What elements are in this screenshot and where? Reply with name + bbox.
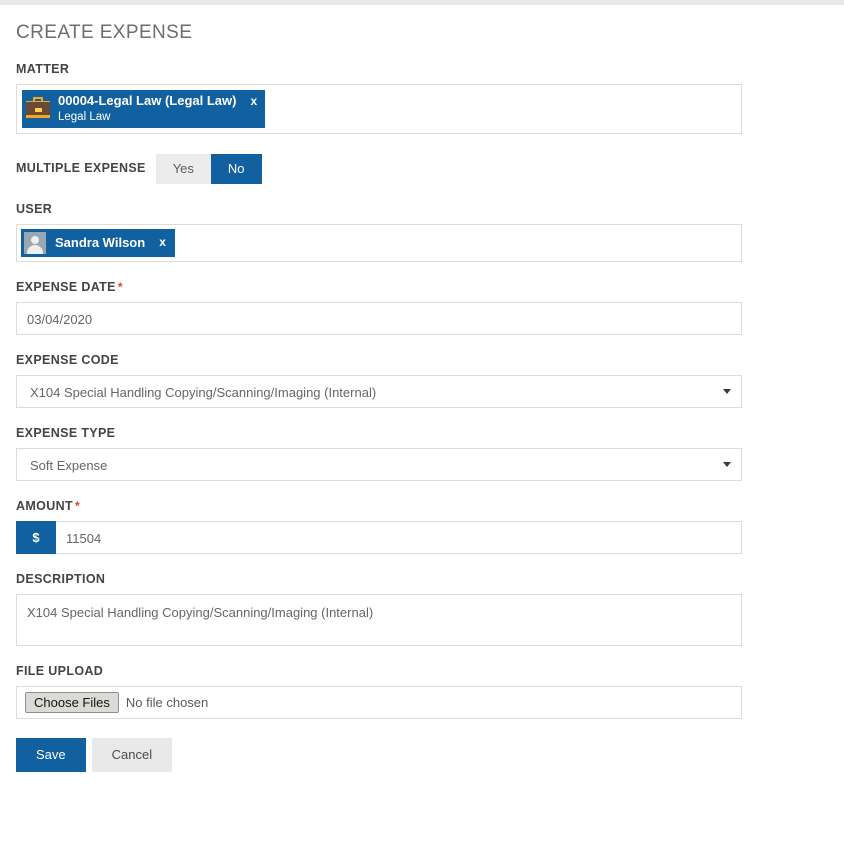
matter-token-input[interactable]: 00004-Legal Law (Legal Law) x Legal Law [16,84,742,134]
form-actions: Save Cancel [16,737,828,772]
multiple-expense-option-no[interactable]: No [210,153,262,184]
expense-date-required-asterisk: * [117,279,123,294]
multiple-expense-option-yes[interactable]: Yes [155,153,211,184]
amount-required-asterisk: * [74,498,80,513]
matter-token-subtitle: Legal Law [58,111,111,124]
field-expense-date: EXPENSE DATE * 03/04/2020 [16,280,828,335]
file-upload-input[interactable]: Choose Files No file chosen [16,685,742,719]
user-token-input[interactable]: Sandra Wilson x [16,223,742,262]
file-upload-label: FILE UPLOAD [16,663,104,678]
field-amount: AMOUNT * $ 11504 [16,499,828,554]
expense-date-label: EXPENSE DATE * [16,280,828,295]
multiple-expense-toggle[interactable]: Yes No [155,153,262,184]
page-title: CREATE EXPENSE [16,22,193,43]
expense-code-select[interactable]: X104 Special Handling Copying/Scanning/I… [16,374,742,408]
expense-type-label: EXPENSE TYPE [16,425,116,440]
user-token[interactable]: Sandra Wilson x [21,228,175,257]
file-upload-status: No file chosen [125,694,209,710]
expense-date-input[interactable]: 03/04/2020 [16,301,742,335]
amount-label: AMOUNT * [16,499,828,514]
matter-token-title: 00004-Legal Law (Legal Law) [58,93,237,108]
expense-code-selected-value: X104 Special Handling Copying/Scanning/I… [30,384,377,400]
user-token-title: Sandra Wilson [55,234,146,250]
create-expense-form: CREATE EXPENSE MATTER 00004-Legal Law (L [0,22,844,772]
expense-type-select[interactable]: Soft Expense [16,447,742,481]
description-textarea[interactable]: X104 Special Handling Copying/Scanning/I… [16,593,742,646]
field-expense-type: EXPENSE TYPE Soft Expense [16,426,828,481]
amount-label-text: AMOUNT [16,498,73,513]
top-bar [0,0,844,5]
matter-token[interactable]: 00004-Legal Law (Legal Law) x Legal Law [22,90,266,128]
matter-label: MATTER [16,62,70,76]
user-avatar-icon [24,231,46,254]
field-matter: MATTER 00004-Legal Law (Legal Law) x Leg… [16,62,828,134]
field-multiple-expense: MULTIPLE EXPENSE Yes No [16,153,828,184]
amount-input-group: $ 11504 [16,520,742,554]
cancel-button[interactable]: Cancel [91,737,173,772]
chevron-down-icon [723,462,731,468]
field-file-upload: FILE UPLOAD Choose Files No file chosen [16,664,828,719]
matter-token-remove-button[interactable]: x [250,94,257,109]
currency-symbol-addon: $ [16,520,56,554]
briefcase-icon [26,96,50,121]
choose-files-button[interactable]: Choose Files [25,691,119,713]
field-expense-code: EXPENSE CODE X104 Special Handling Copyi… [16,353,828,408]
user-token-remove-button[interactable]: x [159,235,166,250]
expense-code-label: EXPENSE CODE [16,352,119,367]
multiple-expense-label: MULTIPLE EXPENSE [16,161,146,176]
field-user: USER Sandra Wilson x [16,202,828,262]
user-label: USER [16,201,53,216]
description-label: DESCRIPTION [16,571,106,586]
save-button[interactable]: Save [16,737,86,772]
expense-date-label-text: EXPENSE DATE [16,279,116,294]
amount-input[interactable]: 11504 [56,520,742,554]
field-description: DESCRIPTION X104 Special Handling Copyin… [16,572,828,646]
expense-type-selected-value: Soft Expense [30,457,108,473]
chevron-down-icon [723,389,731,395]
